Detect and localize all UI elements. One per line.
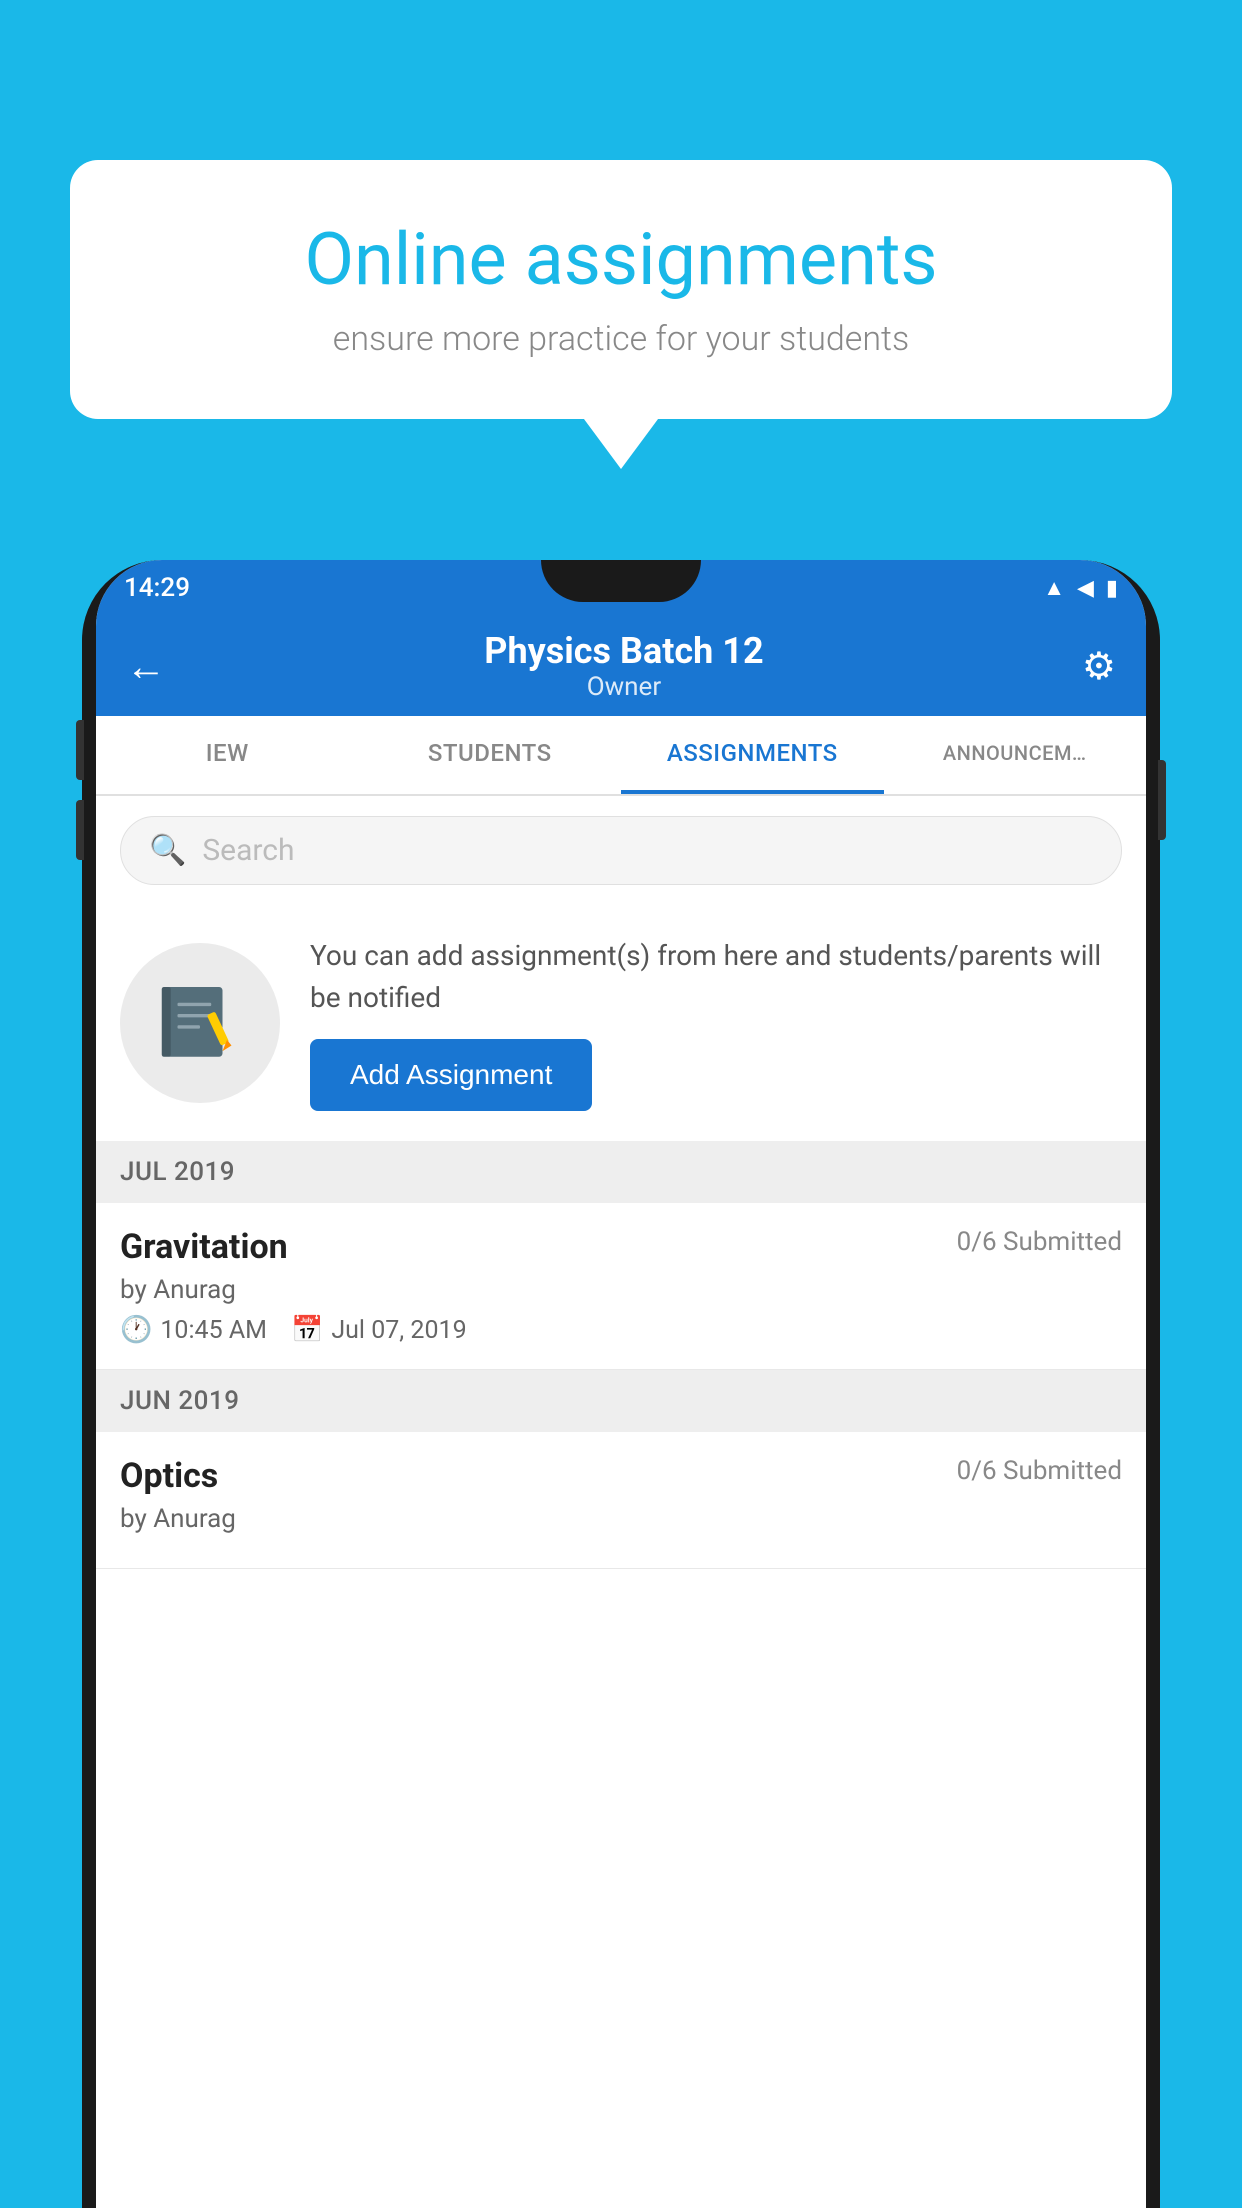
assignment-item-header: Gravitation 0/6 Submitted (120, 1227, 1122, 1267)
signal-icon: ◀ (1077, 576, 1094, 601)
status-bar: 14:29 ▲ ◀ ▮ (96, 560, 1146, 616)
content-area: 🔍 Search (96, 796, 1146, 2208)
back-button[interactable]: ← (126, 643, 166, 690)
speech-bubble-title: Online assignments (140, 220, 1102, 299)
app-bar-subtitle: Owner (484, 672, 763, 702)
add-assignment-button[interactable]: Add Assignment (310, 1039, 592, 1111)
speech-bubble-container: Online assignments ensure more practice … (70, 160, 1172, 419)
assignment-time: 🕐 10:45 AM (120, 1315, 267, 1345)
search-container: 🔍 Search (96, 796, 1146, 905)
notch (541, 560, 701, 602)
phone-screen: 14:29 ▲ ◀ ▮ ← Physics Batch 12 Owner ⚙ I… (96, 560, 1146, 2208)
assignment-name-optics: Optics (120, 1456, 218, 1496)
section-header-jun: JUN 2019 (96, 1370, 1146, 1432)
section-header-jul: JUL 2019 (96, 1141, 1146, 1203)
notebook-icon (155, 978, 245, 1068)
tab-announcements[interactable]: ANNOUNCEM… (884, 716, 1147, 794)
search-bar[interactable]: 🔍 Search (120, 816, 1122, 885)
assignment-item-header-optics: Optics 0/6 Submitted (120, 1456, 1122, 1496)
search-placeholder[interactable]: Search (202, 833, 294, 868)
add-assignment-info: You can add assignment(s) from here and … (310, 935, 1122, 1019)
app-bar-title: Physics Batch 12 (484, 630, 763, 672)
assignment-item-optics[interactable]: Optics 0/6 Submitted by Anurag (96, 1432, 1146, 1569)
wifi-icon: ▲ (1043, 575, 1065, 601)
add-assignment-section: You can add assignment(s) from here and … (96, 905, 1146, 1141)
speech-bubble: Online assignments ensure more practice … (70, 160, 1172, 419)
volume-up-button (76, 720, 84, 780)
assignment-by-gravitation: by Anurag (120, 1275, 1122, 1305)
settings-icon[interactable]: ⚙ (1082, 644, 1116, 689)
tab-assignments[interactable]: ASSIGNMENTS (621, 716, 884, 794)
search-icon: 🔍 (149, 833, 186, 868)
assignment-name-gravitation: Gravitation (120, 1227, 288, 1267)
phone-wrapper: 14:29 ▲ ◀ ▮ ← Physics Batch 12 Owner ⚙ I… (82, 560, 1160, 2208)
speech-bubble-subtitle: ensure more practice for your students (140, 319, 1102, 359)
assignment-meta-gravitation: 🕐 10:45 AM 📅 Jul 07, 2019 (120, 1315, 1122, 1345)
battery-icon: ▮ (1106, 576, 1118, 601)
assignment-by-optics: by Anurag (120, 1504, 1122, 1534)
phone-frame: 14:29 ▲ ◀ ▮ ← Physics Batch 12 Owner ⚙ I… (82, 560, 1160, 2208)
app-bar: ← Physics Batch 12 Owner ⚙ (96, 616, 1146, 716)
assignment-date-value: Jul 07, 2019 (331, 1316, 466, 1345)
tabs-bar: IEW STUDENTS ASSIGNMENTS ANNOUNCEM… (96, 716, 1146, 796)
add-assignment-right: You can add assignment(s) from here and … (310, 935, 1122, 1111)
assignment-submitted-gravitation: 0/6 Submitted (957, 1227, 1122, 1257)
assignment-item-gravitation[interactable]: Gravitation 0/6 Submitted by Anurag 🕐 10… (96, 1203, 1146, 1370)
clock-icon: 🕐 (120, 1315, 152, 1345)
power-button (1158, 760, 1166, 840)
tab-iew[interactable]: IEW (96, 716, 359, 794)
assignment-icon-circle (120, 943, 280, 1103)
tab-students[interactable]: STUDENTS (359, 716, 622, 794)
assignment-time-value: 10:45 AM (160, 1316, 267, 1345)
status-icons: ▲ ◀ ▮ (1043, 575, 1118, 601)
status-time: 14:29 (124, 573, 190, 603)
assignment-submitted-optics: 0/6 Submitted (957, 1456, 1122, 1486)
assignment-date: 📅 Jul 07, 2019 (291, 1315, 467, 1345)
app-bar-center: Physics Batch 12 Owner (484, 630, 763, 702)
calendar-icon: 📅 (291, 1315, 323, 1345)
volume-down-button (76, 800, 84, 860)
